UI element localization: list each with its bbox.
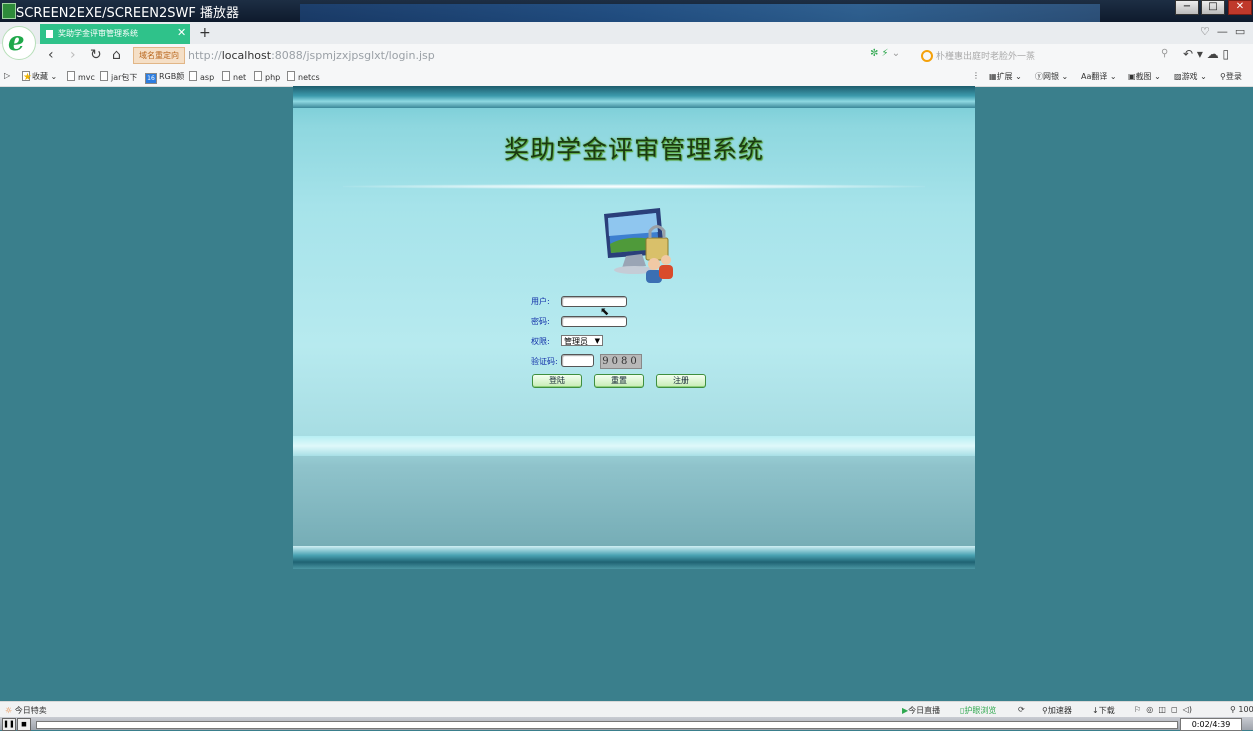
- bookmark-net[interactable]: net: [222, 71, 246, 82]
- tab-strip-controls[interactable]: ♡ — ▭: [1200, 25, 1245, 38]
- footer-band: [293, 546, 975, 569]
- security-icons[interactable]: ✼ ⚡ ⌄: [870, 48, 900, 59]
- more-bookmarks-icon[interactable]: ⋮: [972, 71, 980, 80]
- role-label: 权限:: [531, 337, 550, 346]
- status-live[interactable]: ▶今日直播: [902, 705, 940, 716]
- seek-slider[interactable]: [36, 721, 1178, 729]
- today-deals[interactable]: ☼ 今日特卖: [5, 705, 47, 716]
- password-input[interactable]: [561, 316, 627, 327]
- url-field[interactable]: http://localhost:8088/jspmjzxjpsglxt/log…: [188, 49, 435, 62]
- playback-time: 0:02/4:39: [1180, 718, 1242, 731]
- bookmark-jar[interactable]: jar包下: [100, 71, 137, 83]
- refresh-icon[interactable]: ↻: [90, 47, 102, 63]
- bookmark-php[interactable]: php: [254, 71, 280, 82]
- domain-redirect-badge[interactable]: 域名重定向: [133, 47, 185, 64]
- desktop-background-strip: [300, 4, 1100, 22]
- bookmarks-bar: ▷ ★收藏 ⌄ mvc jar包下 16 RGB颜 asp net php net…: [0, 67, 1253, 87]
- status-eye-care[interactable]: ▯护眼浏览: [960, 705, 996, 716]
- middle-band: [293, 436, 975, 456]
- search-icon[interactable]: ⚲: [1161, 48, 1168, 59]
- status-refresh-icon[interactable]: ⟳: [1018, 705, 1025, 714]
- toolbar-bank[interactable]: ⓨ网银 ⌄: [1035, 71, 1068, 82]
- bookmark-asp[interactable]: asp: [189, 71, 214, 82]
- back-icon[interactable]: ‹: [48, 47, 54, 63]
- captcha-image[interactable]: 9080: [600, 354, 642, 369]
- close-button[interactable]: ✕: [1228, 0, 1252, 15]
- login-button[interactable]: 登陆: [532, 374, 582, 388]
- tab-close-icon[interactable]: ✕: [177, 26, 186, 39]
- decorative-glow-line: [343, 184, 925, 189]
- minimize-button[interactable]: −: [1175, 0, 1199, 15]
- toolbar-actions[interactable]: ↶ ▾ ☁ ▯: [1183, 47, 1229, 61]
- password-label: 密码:: [531, 317, 550, 326]
- header-band: [293, 86, 975, 108]
- reset-button[interactable]: 重置: [594, 374, 644, 388]
- search-engine-icon: [921, 50, 933, 62]
- browser-logo-icon[interactable]: e: [2, 26, 36, 60]
- bookmark-mvc[interactable]: mvc: [67, 71, 95, 82]
- toolbar-translate[interactable]: Aa翻译 ⌄: [1081, 71, 1117, 82]
- captcha-input[interactable]: [561, 354, 594, 367]
- system-title: 奖助学金评审管理系统: [503, 135, 764, 164]
- zoom-level[interactable]: ⚲ 100%: [1230, 705, 1253, 714]
- stop-icon[interactable]: ◼: [17, 718, 31, 731]
- dropdown-arrow-icon: ▼: [594, 337, 600, 345]
- forward-icon[interactable]: ›: [70, 47, 76, 63]
- bookmark-favorites[interactable]: ★收藏 ⌄: [22, 71, 57, 83]
- search-input[interactable]: 朴槿惠出庭时老脸外一蒸 ⚲: [918, 47, 1173, 63]
- toolbar-login[interactable]: ⚲登录: [1220, 71, 1242, 82]
- tab-login-page[interactable]: 奖助学金评审管理系统 ✕: [40, 24, 190, 44]
- tab-title: 奖助学金评审管理系统: [58, 29, 138, 38]
- new-tab-button[interactable]: +: [199, 25, 211, 41]
- maximize-button[interactable]: □: [1201, 0, 1225, 15]
- sidebar-toggle-icon[interactable]: ▷: [4, 71, 10, 80]
- register-button[interactable]: 注册: [656, 374, 706, 388]
- computer-lock-user-icon: [604, 208, 673, 283]
- home-icon[interactable]: ⌂: [112, 47, 121, 63]
- status-icons[interactable]: ⚐ ◎ ◫ ◻ ◁): [1134, 705, 1192, 714]
- toolbar-games[interactable]: ▨游戏 ⌄: [1174, 71, 1207, 82]
- user-label: 用户:: [531, 297, 550, 306]
- status-download[interactable]: ↓下载: [1092, 705, 1115, 716]
- search-suggestion: 朴槿惠出庭时老脸外一蒸: [936, 52, 1036, 62]
- player-title: SCREEN2EXE/SCREEN2SWF 播放器: [16, 6, 239, 21]
- toolbar-extensions[interactable]: ▦扩展 ⌄: [989, 71, 1022, 82]
- player-title-bar: SCREEN2EXE/SCREEN2SWF 播放器 − □ ✕: [0, 0, 1253, 22]
- player-controls: ❚❚ ◼ 0:02/4:39: [0, 717, 1253, 731]
- bookmark-rgb[interactable]: 16 RGB颜: [145, 71, 184, 84]
- player-app-icon: [2, 3, 16, 19]
- captcha-label: 验证码:: [531, 357, 558, 366]
- username-input[interactable]: [561, 296, 627, 307]
- login-panel: 奖助学金评审管理系统 用户: ⬉ 密码: 权限: 管理员 ▼ 验证码: 9080 …: [293, 86, 975, 569]
- status-accelerator[interactable]: ⚲加速器: [1042, 705, 1072, 716]
- pause-icon[interactable]: ❚❚: [2, 718, 16, 731]
- role-select[interactable]: 管理员 ▼: [561, 335, 603, 346]
- browser-status-bar: ☼ 今日特卖 ▶今日直播 ▯护眼浏览 ⟳ ⚲加速器 ↓下载 ⚐ ◎ ◫ ◻ ◁)…: [0, 701, 1253, 718]
- toolbar-screenshot[interactable]: ▣截图 ⌄: [1128, 71, 1161, 82]
- page-icon: [46, 30, 53, 38]
- bookmark-netcs[interactable]: netcs: [287, 71, 320, 82]
